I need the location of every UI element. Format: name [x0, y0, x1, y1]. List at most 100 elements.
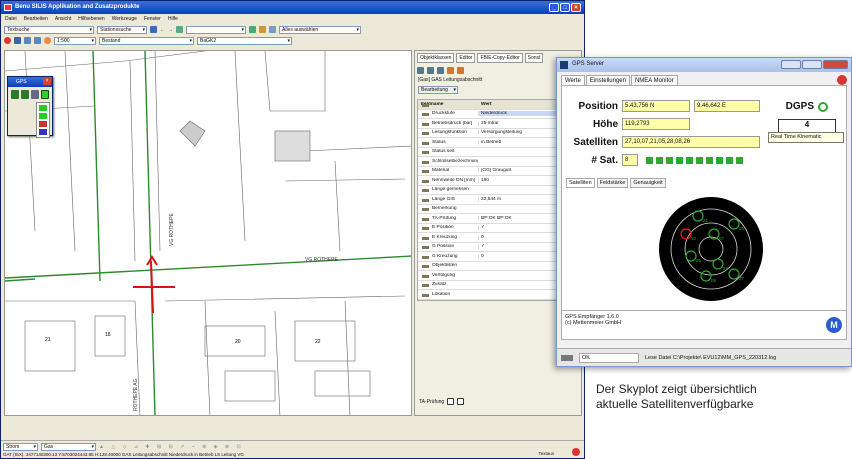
search-icon[interactable] — [150, 26, 157, 33]
tab-objektklassen[interactable]: Objektklassen — [417, 53, 455, 63]
gps-minimize-button[interactable] — [781, 60, 801, 69]
forward-icon[interactable]: → — [168, 27, 173, 33]
tab-satelliten[interactable]: Satelliten — [566, 178, 595, 188]
gps-average-icon[interactable] — [39, 113, 47, 119]
menu-bearbeiten[interactable]: Bearbeiten — [24, 16, 48, 22]
property-row[interactable]: Länge gemessen — [418, 185, 578, 195]
property-name: Betriebsdruck [bar] — [418, 121, 478, 126]
house-number-2: 18 — [105, 332, 111, 338]
property-row[interactable]: Betriebsdruck [bar] 25 mbar — [418, 119, 578, 129]
gps-delete-icon[interactable] — [39, 121, 47, 127]
property-row[interactable]: Nennweite DN [mm] 150 — [418, 176, 578, 186]
property-row[interactable]: Lokation — [418, 290, 578, 300]
property-row[interactable]: Leitungsfunktion Versorgungsleitung — [418, 128, 578, 138]
tab-sonst[interactable]: Sonst — [524, 53, 544, 63]
werte-tab-content: Position 5.43,756 N 9.46,642 E Höhe 119,… — [561, 85, 847, 333]
zoom-out-icon[interactable] — [34, 37, 41, 44]
bearbeitung-button[interactable]: Bearbeitung — [418, 86, 458, 94]
main-titlebar: Benu SILIS Applikation and Zusatzprodukt… — [1, 1, 584, 14]
street-label-1: VG ROTHEPE — [169, 213, 175, 246]
satellite-label: 27 — [739, 276, 745, 281]
ta-cancel-button[interactable] — [457, 398, 465, 405]
caption: Der Skyplot zeigt übersichtlich aktuelle… — [596, 382, 852, 412]
property-row[interactable]: Bemerkung — [418, 204, 578, 214]
print-icon[interactable] — [259, 26, 266, 33]
log-status: Lese Datei C:\Projekte\ EVU12\MM_GPS_220… — [645, 354, 777, 361]
menu-werkzeuge[interactable]: Werkzeuge — [112, 16, 137, 22]
property-row[interactable]: G Kreuzung 0 — [418, 252, 578, 262]
tab-editor[interactable]: Editor — [456, 53, 476, 63]
minimize-button[interactable]: _ — [549, 3, 559, 12]
home-icon[interactable] — [176, 26, 183, 33]
property-name: Verfolgung — [418, 273, 478, 278]
menu-hilfe[interactable]: Hilfe — [168, 16, 178, 22]
zoom-in-icon[interactable] — [24, 37, 31, 44]
property-name: Objektlisten — [418, 263, 478, 269]
stop-icon[interactable] — [44, 37, 51, 44]
status-bar: Strom Gas ▲ △ ◇ ⊿ ✚ ⊞ ⊟ ↗ ⌁ ⊗ ◈ ⊕ ⊡ GAT … — [1, 440, 584, 458]
property-row[interactable]: Status in Betrieb — [418, 138, 578, 148]
property-name: Länge gemessen — [418, 187, 478, 193]
property-row[interactable]: G Position ✓ — [418, 242, 578, 252]
select-all-combo[interactable]: Alles auswählen — [279, 25, 361, 34]
layer-combo[interactable] — [186, 25, 246, 34]
tab-feldstaerke[interactable]: Feldstärke — [596, 178, 629, 188]
property-row[interactable]: E Kreuzung 0 — [418, 233, 578, 243]
ta-check-button[interactable] — [447, 398, 455, 405]
status-indicator-icon — [572, 448, 580, 456]
property-row[interactable]: Länge GIS 22,544 m — [418, 195, 578, 205]
menu-datei[interactable]: Datei — [5, 16, 17, 22]
maximize-button[interactable]: □ — [560, 3, 570, 12]
tab-fbie-copy-editor[interactable]: FBIE-Copy-Editor — [477, 53, 523, 63]
property-row[interactable]: Verfolgung — [418, 271, 578, 281]
menu-hilfsebenen[interactable]: Hilfsebenen — [78, 16, 104, 22]
position-n-field: 5.43,756 N — [622, 100, 690, 112]
gps-close-button[interactable] — [823, 60, 848, 69]
gps-add-point-icon[interactable] — [39, 105, 47, 111]
property-row[interactable]: Material [GG] Grauguß — [418, 166, 578, 176]
gps-stop-icon[interactable] — [837, 75, 847, 85]
back-icon[interactable]: ← — [160, 27, 165, 33]
scale-combo[interactable]: 1:500 — [54, 36, 96, 45]
panel-tool-3-icon[interactable] — [437, 67, 444, 74]
gps-measure-icon[interactable] — [40, 90, 49, 99]
panel-tool-4-icon[interactable] — [447, 67, 454, 74]
gps-connect-icon[interactable] — [11, 90, 19, 99]
bagk-combo[interactable]: BaGK2 — [197, 36, 292, 45]
gps-track-icon[interactable] — [20, 90, 29, 99]
tab-genauigkeit[interactable]: Genauigkeit — [630, 178, 666, 188]
menu-fenster[interactable]: Fenster — [144, 16, 161, 22]
bestand-combo[interactable]: Bestand — [99, 36, 194, 45]
property-row[interactable]: Status seit — [418, 147, 578, 157]
property-row[interactable]: Objektlisten — [418, 261, 578, 271]
gps-server-titlebar: GPS Server — [557, 58, 851, 72]
property-name: E Position — [418, 225, 478, 231]
panel-tool-2-icon[interactable] — [427, 67, 434, 74]
gps-tool-close-button[interactable]: × — [43, 78, 51, 85]
gps-pen-icon[interactable] — [39, 129, 47, 135]
close-button[interactable]: × — [571, 3, 581, 12]
record-icon[interactable] — [4, 37, 11, 44]
property-row[interactable]: E Position ✓ — [418, 223, 578, 233]
property-row[interactable]: Zusatz — [418, 280, 578, 290]
text-search-combo[interactable]: Textsuche — [4, 25, 94, 34]
map-canvas[interactable]: VG ROTHEPE VG ROTHEPE ROTHEPE AG 21 18 2… — [4, 50, 412, 416]
gps-maximize-button[interactable] — [802, 60, 822, 69]
panel-tool-5-icon[interactable] — [457, 67, 464, 74]
pointer-icon[interactable] — [14, 37, 21, 44]
select-icon[interactable] — [269, 26, 276, 33]
house-number-1: 21 — [45, 337, 51, 343]
property-row[interactable]: TA-Prüfung BP:OK BP:OK — [418, 214, 578, 224]
menu-ansicht[interactable]: Ansicht — [55, 16, 71, 22]
property-row[interactable]: Druckstufe Niederdruck — [418, 109, 578, 119]
drawing-tools[interactable]: ▲ △ ◇ ⊿ ✚ ⊞ ⊟ ↗ ⌁ ⊗ ◈ ⊕ ⊡ — [99, 444, 244, 450]
keyboard-icon — [561, 354, 573, 361]
zoom-icon[interactable] — [249, 26, 256, 33]
gps-tool-window: GPS × — [7, 76, 53, 138]
property-row[interactable]: Schlüsselbezeichnung — [418, 157, 578, 167]
gas-combo[interactable]: Gas — [41, 443, 96, 451]
gps-settings-icon[interactable] — [30, 90, 39, 99]
strom-combo[interactable]: Strom — [3, 443, 38, 451]
panel-tool-1-icon[interactable] — [417, 67, 424, 74]
station-search-combo[interactable]: Stationssuche — [97, 25, 147, 34]
